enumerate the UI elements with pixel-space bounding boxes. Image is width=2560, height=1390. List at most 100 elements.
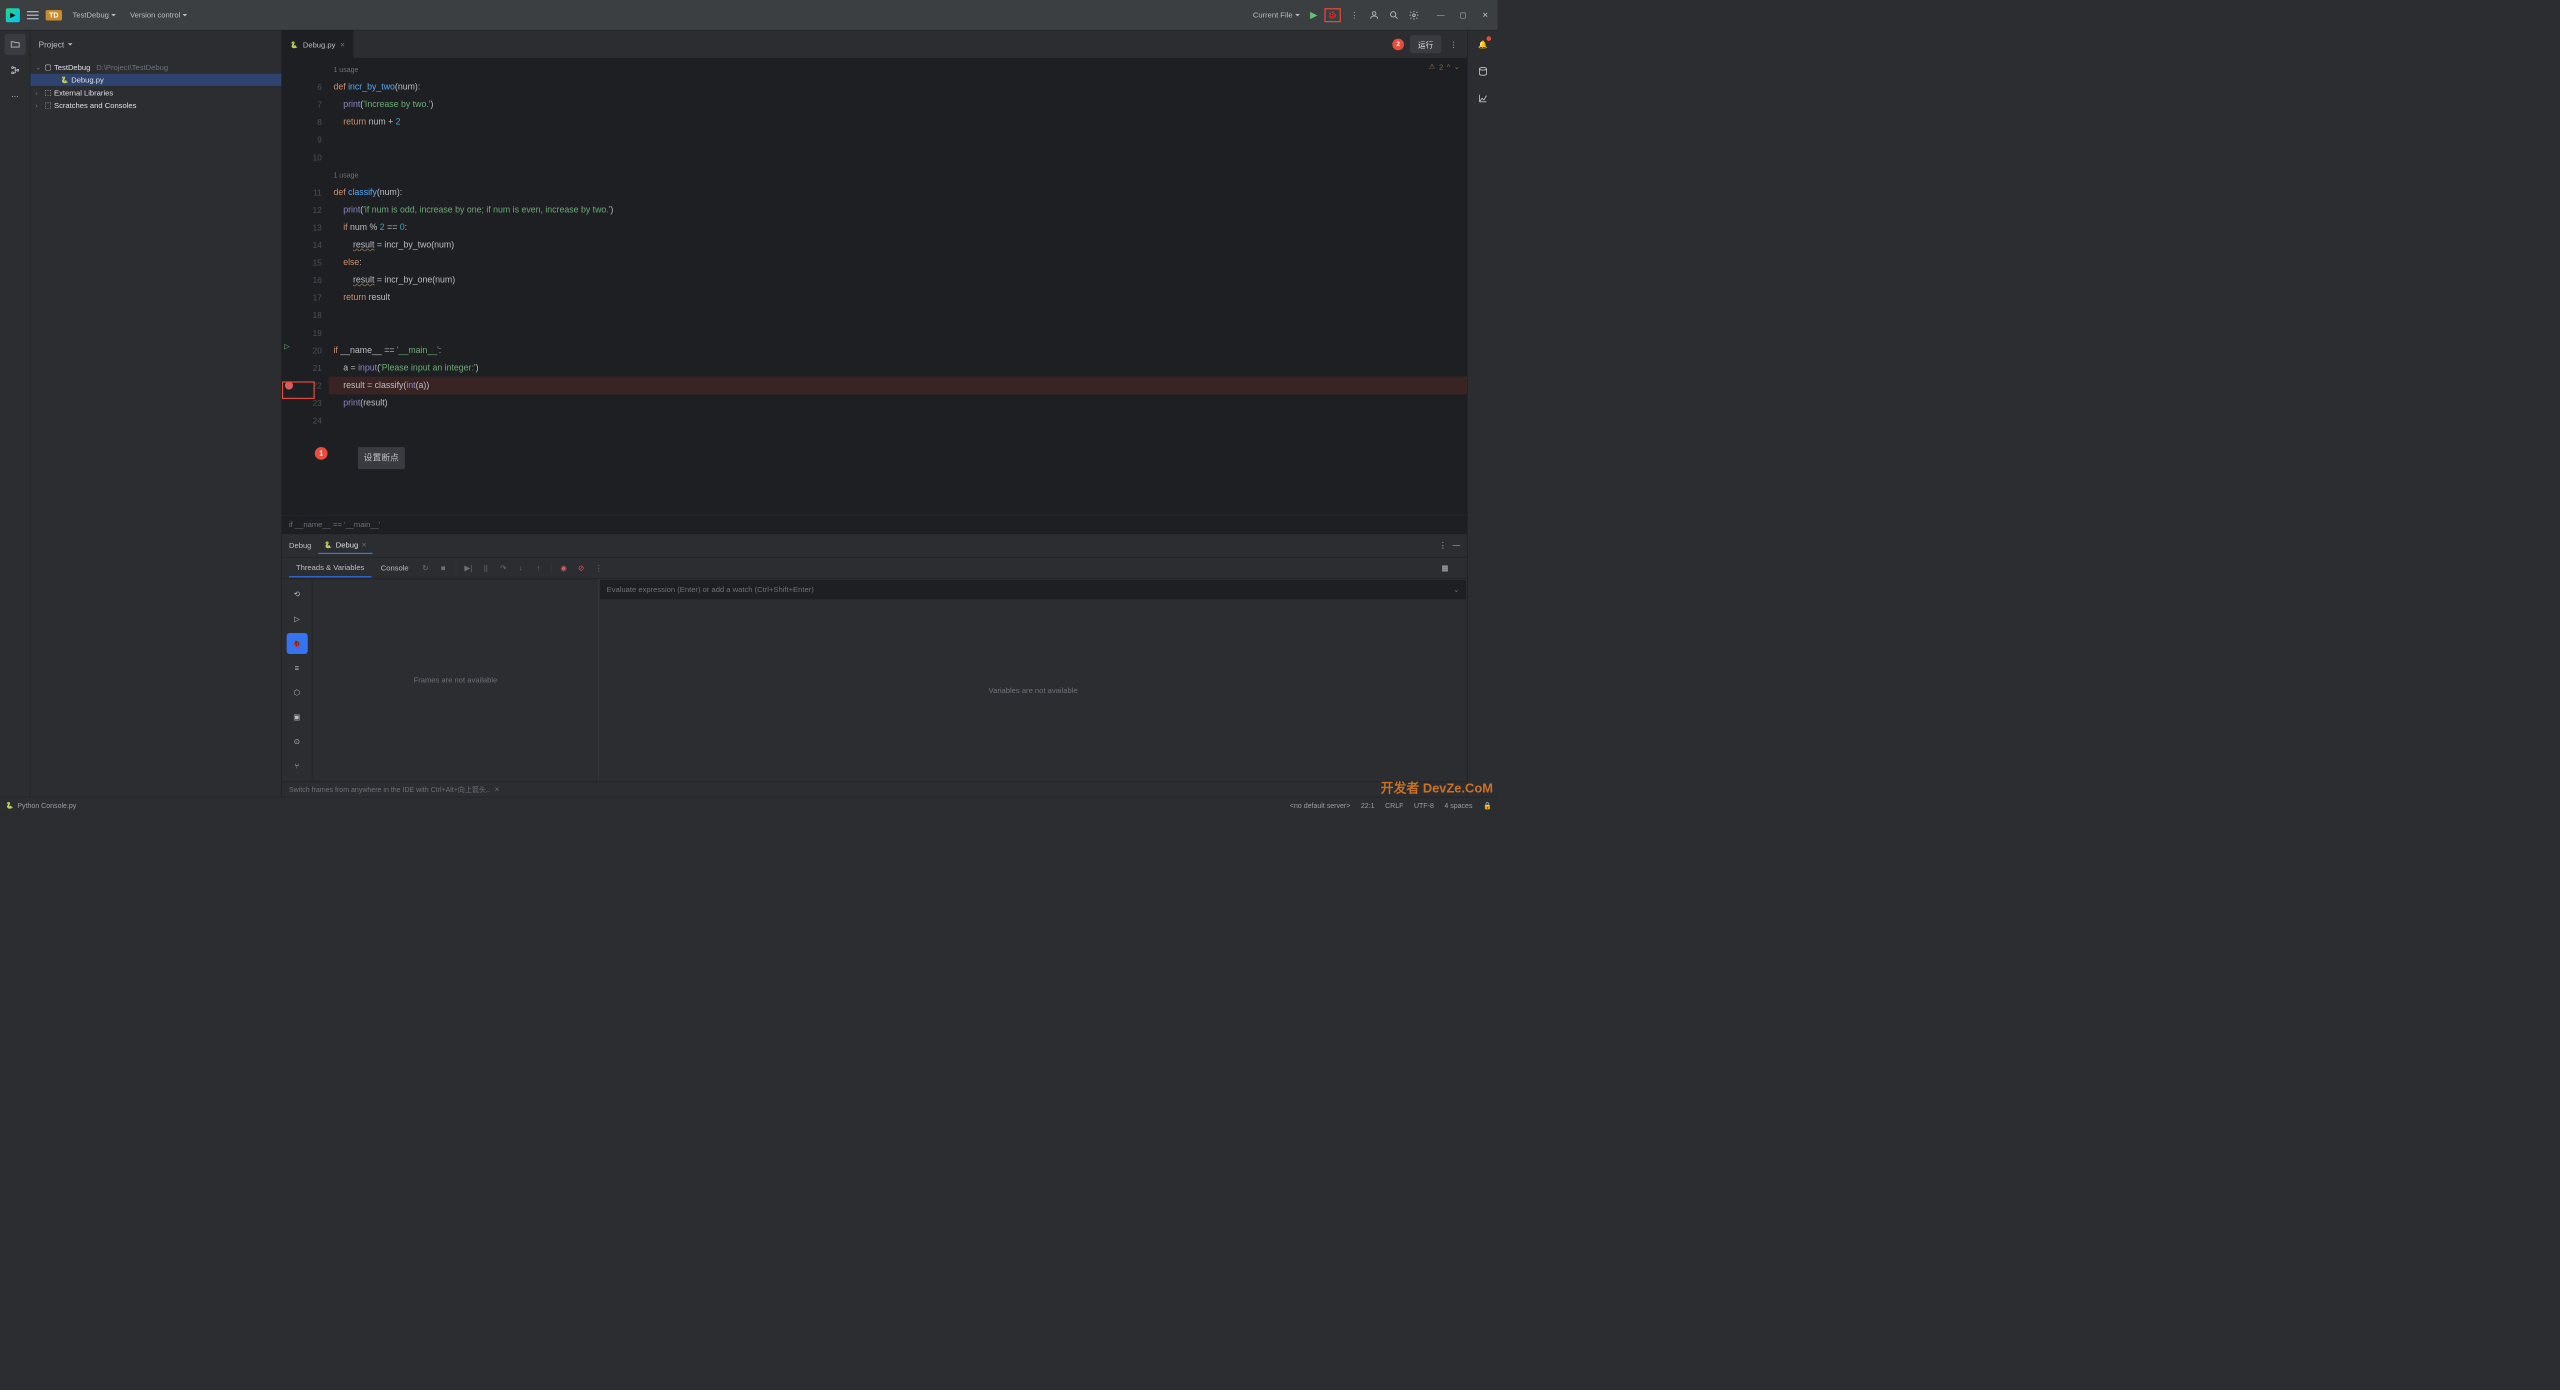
project-panel: Project ⌄ ▢ TestDebug D:\Project\TestDeb…	[30, 30, 282, 796]
step-into-icon[interactable]: ↓	[513, 560, 528, 575]
run-gutter-icon[interactable]: ▷	[282, 342, 296, 360]
usage-hint: 1 usage	[329, 61, 1467, 79]
app-logo-icon: ▶	[6, 8, 20, 22]
hamburger-menu-icon[interactable]	[27, 11, 39, 19]
tab-filename: Debug.py	[303, 40, 336, 49]
debug-title: Debug	[289, 541, 311, 550]
minimize-icon[interactable]: —	[1434, 8, 1447, 21]
debug-button[interactable]: 🐞	[1324, 8, 1340, 22]
status-lock-icon[interactable]: 🔒	[1483, 801, 1492, 809]
status-encoding[interactable]: UTF-8	[1414, 801, 1434, 809]
more-tools-icon[interactable]: ⋯	[4, 85, 25, 106]
left-tool-bar: ⋯	[0, 30, 30, 796]
threads-variables-tab[interactable]: Threads & Variables	[289, 558, 371, 577]
chevron-down-icon[interactable]	[68, 43, 73, 48]
vcs-selector[interactable]: Version control	[126, 8, 190, 21]
python-file-icon: 🐍	[61, 76, 69, 84]
debug-left-bar: ⟲ ▷ 🐞 ≡ ⬡ ▣ ⊙ ⑂	[282, 579, 312, 781]
tree-external-libs[interactable]: › ⬚ External Libraries	[30, 86, 281, 99]
structure-tool-icon[interactable]	[4, 60, 25, 81]
expand-icon[interactable]: ›	[35, 88, 42, 97]
run-config-label: Current File	[1253, 11, 1293, 20]
watermark: 开发者 DevZe.CoM	[1381, 778, 1493, 797]
step-out-icon[interactable]: ↑	[531, 560, 546, 575]
titlebar: ▶ TD TestDebug Version control Current F…	[0, 0, 1498, 30]
close-hint-icon[interactable]: ×	[495, 785, 500, 794]
tree-label: Debug.py	[71, 75, 104, 84]
python-file-icon: 🐍	[324, 541, 332, 549]
debug-tab-label: Debug	[336, 540, 358, 549]
status-indent[interactable]: 4 spaces	[1444, 801, 1472, 809]
run-button[interactable]: ▶	[1310, 9, 1317, 21]
code-content[interactable]: 1 usage def incr_by_two(num): print('Inc…	[329, 58, 1467, 514]
run-config-selector[interactable]: Current File	[1249, 8, 1303, 21]
notifications-icon[interactable]: 🔔	[1472, 34, 1493, 55]
variables-panel: Evaluate expression (Enter) or add a wat…	[599, 579, 1467, 781]
project-tool-icon[interactable]	[4, 34, 25, 55]
vcs-label: Version control	[130, 11, 180, 20]
run-icon[interactable]: ▷	[286, 608, 307, 629]
editor-tabs: 🐍 Debug.py × 2 运行 ⋮	[282, 30, 1467, 58]
tree-file-selected[interactable]: 🐍 Debug.py	[30, 74, 281, 86]
search-icon[interactable]	[1388, 8, 1401, 21]
close-icon[interactable]: ×	[362, 540, 367, 549]
mute-breakpoints-icon[interactable]: ⊘	[574, 560, 589, 575]
settings-icon[interactable]	[1408, 8, 1421, 21]
file-tab[interactable]: 🐍 Debug.py ×	[282, 30, 353, 57]
resume-icon[interactable]: ▶|	[461, 560, 476, 575]
terminal-icon[interactable]: ▣	[286, 706, 307, 727]
run-tooltip: 运行	[1410, 35, 1442, 53]
right-tool-bar: 🔔	[1467, 30, 1497, 796]
status-line-sep[interactable]: CRLF	[1385, 801, 1403, 809]
breakpoint-highlight	[282, 381, 315, 399]
stop-icon[interactable]: ■	[436, 560, 451, 575]
chevron-down-icon	[183, 14, 188, 19]
breadcrumb[interactable]: if __name__ == '__main__'	[282, 515, 1467, 534]
restart-icon[interactable]: ⟲	[286, 584, 307, 605]
expand-icon[interactable]: ›	[35, 101, 42, 110]
console-tab[interactable]: Console	[374, 559, 416, 577]
account-icon[interactable]	[1368, 8, 1381, 21]
eval-placeholder: Evaluate expression (Enter) or add a wat…	[607, 585, 814, 594]
tree-scratches[interactable]: › ⬚ Scratches and Consoles	[30, 99, 281, 112]
tree-label: TestDebug	[54, 63, 90, 72]
minimize-panel-icon[interactable]: —	[1453, 541, 1461, 550]
rerun-icon[interactable]: ↻	[418, 560, 433, 575]
tree-path: D:\Project\TestDebug	[96, 63, 168, 72]
debug-session-tab[interactable]: 🐍 Debug ×	[318, 537, 372, 555]
project-tree: ⌄ ▢ TestDebug D:\Project\TestDebug 🐍 Deb…	[30, 58, 281, 114]
close-icon[interactable]: ✕	[1479, 8, 1492, 21]
project-selector[interactable]: TestDebug	[69, 8, 119, 21]
sciview-icon[interactable]	[1472, 88, 1493, 109]
layers-icon[interactable]: ≡	[286, 657, 307, 678]
chevron-down-icon	[1295, 14, 1300, 19]
history-dropdown-icon[interactable]: ⌄	[1453, 585, 1459, 594]
status-server[interactable]: <no default server>	[1290, 801, 1350, 809]
more-debug-icon[interactable]: ⋮	[591, 560, 606, 575]
database-icon[interactable]	[1472, 61, 1493, 82]
debug-active-icon[interactable]: 🐞	[286, 633, 307, 654]
step-over-icon[interactable]: ↷	[496, 560, 511, 575]
git-icon[interactable]: ⑂	[286, 756, 307, 777]
evaluate-input[interactable]: Evaluate expression (Enter) or add a wat…	[599, 579, 1467, 600]
more-icon[interactable]: ⋮	[1439, 541, 1447, 550]
expand-icon[interactable]: ⌄	[35, 63, 42, 72]
status-console-label[interactable]: Python Console.py	[17, 801, 76, 809]
more-actions-icon[interactable]: ⋮	[1348, 8, 1361, 21]
problems-icon[interactable]: ⊙	[286, 731, 307, 752]
tab-more-icon[interactable]: ⋮	[1447, 38, 1460, 51]
tree-root[interactable]: ⌄ ▢ TestDebug D:\Project\TestDebug	[30, 61, 281, 74]
services-icon[interactable]: ⬡	[286, 682, 307, 703]
chevron-down-icon	[111, 14, 116, 19]
tree-label: External Libraries	[54, 88, 113, 97]
maximize-icon[interactable]: ▢	[1457, 8, 1470, 21]
status-position[interactable]: 22:1	[1361, 801, 1375, 809]
editor-body[interactable]: ⚠ 2 ^ ⌄ ▷ 678910 11121314151617181920212…	[282, 58, 1467, 514]
layout-settings-icon[interactable]: ▦	[1434, 557, 1455, 578]
annotation-badge-2: 2	[1392, 38, 1404, 50]
pause-icon[interactable]: ||	[478, 560, 493, 575]
view-breakpoints-icon[interactable]: ◉	[556, 560, 571, 575]
breakpoint-gutter[interactable]: ▷	[282, 58, 296, 514]
close-tab-icon[interactable]: ×	[340, 40, 345, 49]
frames-panel: Frames are not available	[312, 579, 599, 781]
